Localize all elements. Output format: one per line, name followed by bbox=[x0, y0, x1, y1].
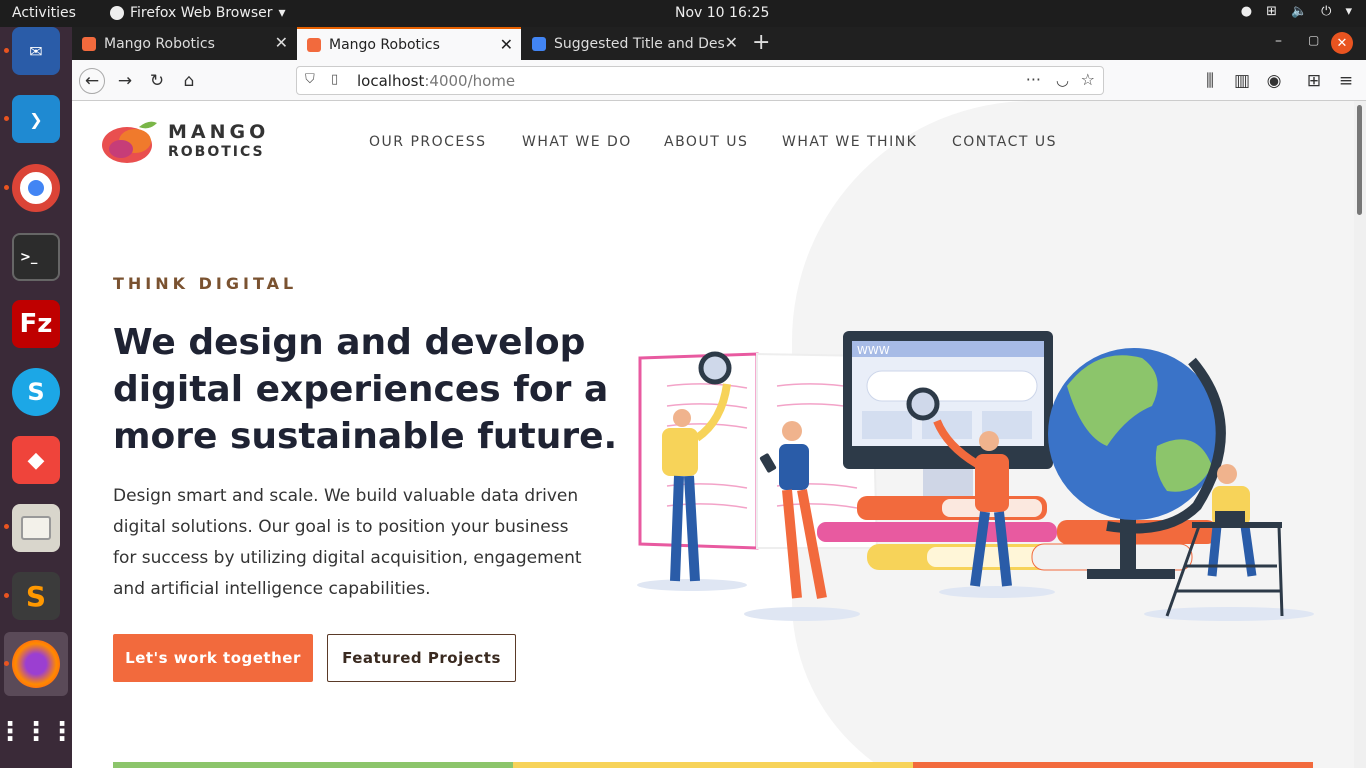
activities-button[interactable]: Activities bbox=[12, 5, 76, 21]
featured-projects-button[interactable]: Featured Projects bbox=[327, 634, 516, 682]
logo-wordmark: MANGO bbox=[168, 121, 270, 143]
logo-subtitle: ROBOTICS bbox=[168, 144, 265, 160]
illustration-www-label: WWW bbox=[857, 344, 890, 357]
skype-icon[interactable]: S bbox=[12, 368, 60, 416]
system-top-bar: Activities Firefox Web Browser ▾ Nov 10 … bbox=[0, 0, 1366, 27]
running-indicator bbox=[4, 185, 9, 190]
notification-icon[interactable]: ● bbox=[1241, 4, 1252, 19]
page-scrollbar[interactable] bbox=[1354, 101, 1366, 768]
anydesk-icon[interactable]: ◆ bbox=[12, 436, 60, 484]
terminal-icon[interactable]: >_ bbox=[12, 233, 60, 281]
dock: ✉ ❯ >_ Fz S ◆ S ⋮⋮⋮ bbox=[0, 27, 75, 768]
chevron-down-icon: ▾ bbox=[278, 5, 286, 21]
maximize-icon[interactable]: ▢ bbox=[1308, 33, 1319, 47]
volume-icon[interactable]: 🔈 bbox=[1291, 4, 1307, 19]
close-icon[interactable]: ✕ bbox=[275, 33, 288, 52]
clock[interactable]: Nov 10 16:25 bbox=[675, 5, 769, 21]
tab-bar: Mango Robotics ✕ Mango Robotics ✕ Sugges… bbox=[72, 27, 1366, 60]
window-close-icon[interactable]: ✕ bbox=[1331, 32, 1353, 54]
hero-headline: We design and develop digital experience… bbox=[113, 322, 618, 457]
bookmark-star-icon[interactable]: ☆ bbox=[1081, 70, 1095, 89]
lets-work-together-button[interactable]: Let's work together bbox=[113, 634, 313, 682]
url-text[interactable]: localhost:4000/home bbox=[357, 72, 515, 90]
forward-icon[interactable]: → bbox=[112, 68, 138, 94]
scrollbar-thumb[interactable] bbox=[1357, 105, 1362, 215]
running-indicator bbox=[4, 48, 9, 53]
page-info-icon[interactable]: ▯ bbox=[331, 72, 338, 87]
firefox-icon[interactable] bbox=[12, 640, 60, 688]
hero-eyebrow: THINK DIGITAL bbox=[113, 274, 298, 293]
page-actions-icon[interactable]: ··· bbox=[1026, 70, 1041, 89]
mango-favicon-icon bbox=[307, 37, 321, 52]
color-strip-yellow bbox=[513, 762, 913, 768]
reload-icon[interactable]: ↻ bbox=[144, 68, 170, 94]
back-icon[interactable]: ← bbox=[79, 68, 105, 94]
url-bar[interactable]: ⛉ ▯ localhost:4000/home ··· ◡ ☆ bbox=[296, 66, 1104, 95]
running-indicator bbox=[4, 661, 9, 666]
tab-label: Mango Robotics bbox=[329, 36, 440, 53]
tab-mango-robotics-1[interactable]: Mango Robotics ✕ bbox=[72, 27, 296, 60]
pocket-icon[interactable]: ◡ bbox=[1056, 71, 1069, 89]
files-icon[interactable] bbox=[12, 504, 60, 552]
close-icon[interactable]: ✕ bbox=[500, 35, 513, 54]
docs-favicon-icon bbox=[532, 36, 546, 51]
shield-icon[interactable]: ⛉ bbox=[305, 72, 315, 87]
app-menu[interactable]: Firefox Web Browser ▾ bbox=[110, 5, 286, 21]
network-icon[interactable]: ⊞ bbox=[1266, 4, 1277, 19]
logo[interactable]: MANGO ROBOTICS bbox=[101, 117, 271, 167]
tab-label: Suggested Title and Desc bbox=[554, 35, 724, 52]
running-indicator bbox=[4, 593, 9, 598]
thunderbird-icon[interactable]: ✉ bbox=[12, 27, 60, 75]
tab-label: Mango Robotics bbox=[104, 35, 215, 52]
tab-mango-robotics-2[interactable]: Mango Robotics ✕ bbox=[297, 27, 521, 60]
app-menu-label: Firefox Web Browser bbox=[130, 5, 273, 21]
running-indicator bbox=[4, 116, 9, 121]
nav-contact-us[interactable]: CONTACT US bbox=[952, 134, 1057, 150]
apps-grid-icon[interactable]: ⋮⋮⋮ bbox=[0, 708, 75, 756]
close-icon[interactable]: ✕ bbox=[725, 33, 738, 52]
account-icon[interactable]: ◉ bbox=[1261, 68, 1287, 94]
chrome-icon[interactable] bbox=[12, 164, 60, 212]
nav-what-we-think[interactable]: WHAT WE THINK bbox=[782, 134, 917, 150]
hero-description: Design smart and scale. We build valuabl… bbox=[113, 486, 582, 599]
home-icon[interactable]: ⌂ bbox=[176, 68, 202, 94]
nav-our-process[interactable]: OUR PROCESS bbox=[369, 134, 487, 150]
vscode-icon[interactable]: ❯ bbox=[12, 95, 60, 143]
chevron-down-icon[interactable]: ▾ bbox=[1345, 4, 1352, 19]
minimize-icon[interactable]: – bbox=[1275, 33, 1282, 49]
page-viewport: MANGO ROBOTICS OUR PROCESS WHAT WE DO AB… bbox=[72, 101, 1354, 768]
system-tray[interactable]: ● ⊞ 🔈 ⏻ ▾ bbox=[1241, 4, 1352, 19]
power-icon[interactable]: ⏻ bbox=[1321, 4, 1331, 19]
color-strip-orange bbox=[913, 762, 1313, 768]
running-indicator bbox=[4, 524, 9, 529]
nav-what-we-do[interactable]: WHAT WE DO bbox=[522, 134, 632, 150]
mango-logo-icon bbox=[102, 121, 157, 163]
nav-about-us[interactable]: ABOUT US bbox=[664, 134, 748, 150]
hamburger-menu-icon[interactable]: ≡ bbox=[1333, 68, 1359, 94]
firefox-small-icon bbox=[110, 6, 124, 20]
color-strip-green bbox=[113, 762, 513, 768]
sublime-icon[interactable]: S bbox=[12, 572, 60, 620]
navigation-toolbar: ← → ↻ ⌂ ⛉ ▯ localhost:4000/home ··· ◡ ☆ … bbox=[72, 60, 1366, 101]
filezilla-icon[interactable]: Fz bbox=[12, 300, 60, 348]
mango-favicon-icon bbox=[82, 36, 96, 51]
new-tab-icon[interactable]: + bbox=[752, 30, 770, 55]
extensions-icon[interactable]: ⊞ bbox=[1301, 68, 1327, 94]
sidebar-icon[interactable]: ▥ bbox=[1229, 68, 1255, 94]
hero-illustration: WWW bbox=[637, 331, 1314, 621]
library-icon[interactable]: ⫼ bbox=[1197, 68, 1223, 94]
tab-suggested-title[interactable]: Suggested Title and Desc ✕ bbox=[522, 27, 746, 60]
